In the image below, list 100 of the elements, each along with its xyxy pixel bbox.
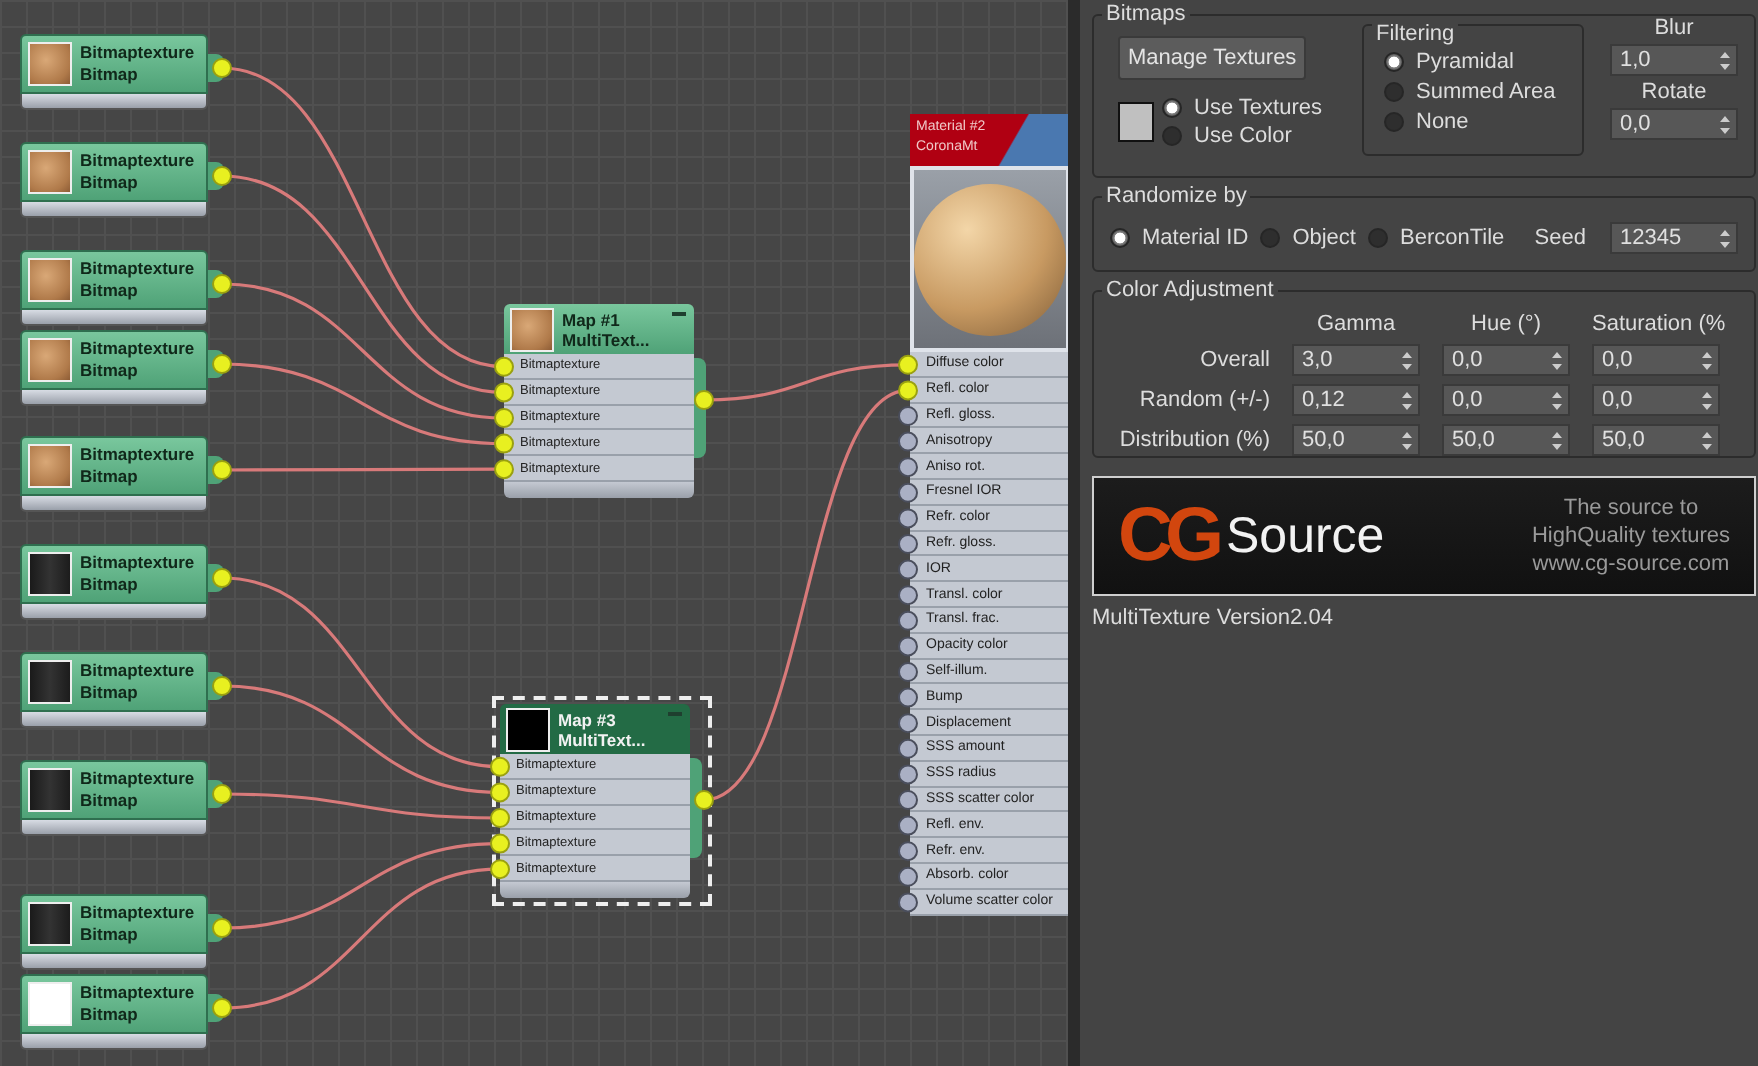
node-title: Map #1 xyxy=(562,309,622,329)
spinner-field[interactable]: 3,0 xyxy=(1292,344,1420,376)
spinner-arrows-icon[interactable] xyxy=(1702,431,1712,449)
spinner-arrows-icon[interactable] xyxy=(1720,229,1730,247)
radio-label: Pyramidal xyxy=(1416,50,1514,74)
connection-pin[interactable] xyxy=(898,431,918,452)
spinner-arrows-icon[interactable] xyxy=(1702,351,1712,369)
connection-pin[interactable] xyxy=(212,166,232,186)
spinner-arrows-icon[interactable] xyxy=(1402,351,1412,369)
connection-pin[interactable] xyxy=(898,866,918,887)
node-subtitle: Bitmap xyxy=(80,924,140,946)
spinner-arrows-icon[interactable] xyxy=(1702,391,1712,409)
spinner-field[interactable]: 0,0 xyxy=(1442,344,1570,376)
connection-pin[interactable] xyxy=(898,559,918,580)
connection-pin[interactable] xyxy=(898,841,918,862)
connection-pin[interactable] xyxy=(494,382,514,403)
spinner-field[interactable]: 12345 xyxy=(1610,222,1738,254)
connection-pin[interactable] xyxy=(898,815,918,836)
connection-pin[interactable] xyxy=(898,636,918,657)
node-title: Bitmaptexture xyxy=(80,902,195,924)
spinner-field[interactable]: 0,12 xyxy=(1292,384,1420,416)
spinner-field[interactable]: 0,0 xyxy=(1592,344,1720,376)
connection-pin[interactable] xyxy=(490,782,510,803)
radio-button[interactable] xyxy=(1162,126,1182,146)
radio-button[interactable] xyxy=(1162,98,1182,118)
spinner-field[interactable]: 50,0 xyxy=(1292,424,1420,456)
connection-pin[interactable] xyxy=(898,585,918,606)
connection-pin[interactable] xyxy=(212,568,232,588)
connection-pin[interactable] xyxy=(212,460,232,480)
spinner-field[interactable]: 50,0 xyxy=(1442,424,1570,456)
group-title: Bitmaps xyxy=(1102,2,1190,28)
radio-label: Use Color xyxy=(1194,124,1292,148)
radio-button[interactable] xyxy=(1110,228,1130,248)
connection-pin[interactable] xyxy=(494,408,514,428)
spinner-field[interactable]: 1,0 xyxy=(1610,44,1738,76)
connection-pin[interactable] xyxy=(490,833,510,854)
node-editor-canvas[interactable] xyxy=(0,0,1068,1066)
texture-swatch xyxy=(28,902,72,946)
connection-pin[interactable] xyxy=(898,713,918,734)
spinner-field[interactable]: 50,0 xyxy=(1592,424,1720,456)
connection-pin[interactable] xyxy=(898,662,918,682)
material-node[interactable] xyxy=(910,114,1068,916)
spinner-arrows-icon[interactable] xyxy=(1720,51,1730,69)
node-title: Bitmaptexture xyxy=(80,552,195,574)
node-subtitle: Bitmap xyxy=(80,466,140,488)
connection-pin[interactable] xyxy=(212,676,232,696)
connection-pin[interactable] xyxy=(898,790,918,810)
connection-pin[interactable] xyxy=(898,764,918,785)
node-subtitle: Bitmap xyxy=(80,790,140,812)
logo-mark: CG xyxy=(1118,498,1216,574)
connection-pin[interactable] xyxy=(694,790,714,810)
connection-pin[interactable] xyxy=(898,738,918,759)
tagline-line: The source to xyxy=(1563,494,1699,522)
radio-button[interactable] xyxy=(1384,52,1404,72)
connection-pin[interactable] xyxy=(898,687,918,708)
spinner-arrows-icon[interactable] xyxy=(1720,115,1730,133)
connection-pin[interactable] xyxy=(490,859,510,880)
radio-button[interactable] xyxy=(1367,228,1388,248)
spinner-arrows-icon[interactable] xyxy=(1552,391,1562,409)
connection-pin[interactable] xyxy=(212,274,232,294)
connection-pin[interactable] xyxy=(898,457,918,478)
connection-pin[interactable] xyxy=(494,356,514,377)
node-title: Map #3 xyxy=(558,709,618,729)
connection-pin[interactable] xyxy=(490,808,510,828)
connection-pin[interactable] xyxy=(898,482,918,503)
spinner-arrows-icon[interactable] xyxy=(1402,391,1412,409)
spinner-field[interactable]: 0,0 xyxy=(1592,384,1720,416)
connection-pin[interactable] xyxy=(898,354,918,375)
manage-textures-button[interactable]: Manage Textures xyxy=(1118,36,1307,80)
connection-pin[interactable] xyxy=(212,58,232,78)
color-swatch[interactable] xyxy=(1118,102,1154,142)
field-label: Seed xyxy=(1534,226,1586,250)
spinner-field[interactable]: 0,0 xyxy=(1442,384,1570,416)
connection-pin[interactable] xyxy=(898,406,918,426)
connection-pin[interactable] xyxy=(494,433,514,454)
connection-pin[interactable] xyxy=(898,508,918,529)
radio-button[interactable] xyxy=(1384,112,1404,132)
connection-pin[interactable] xyxy=(490,756,510,777)
connection-pin[interactable] xyxy=(898,892,918,913)
connection-pin[interactable] xyxy=(898,534,918,554)
spinner-arrows-icon[interactable] xyxy=(1402,431,1412,449)
node-title: Bitmaptexture xyxy=(80,258,195,280)
spinner-arrows-icon[interactable] xyxy=(1552,351,1562,369)
spinner-arrows-icon[interactable] xyxy=(1552,431,1562,449)
node-title: Bitmaptexture xyxy=(80,338,195,360)
connection-pin[interactable] xyxy=(898,610,918,631)
connection-pin[interactable] xyxy=(494,459,514,480)
radio-button[interactable] xyxy=(1384,82,1404,102)
connection-pin[interactable] xyxy=(212,918,232,938)
connection-pin[interactable] xyxy=(212,354,232,374)
node-title: Bitmaptexture xyxy=(80,444,195,466)
connection-pin[interactable] xyxy=(212,784,232,804)
connection-pin[interactable] xyxy=(212,998,232,1018)
version-text: MultiTexture Version2.04 xyxy=(1092,606,1335,630)
logo-banner[interactable]: CG Source The source to HighQuality textures www.cg-source.com xyxy=(1092,476,1756,596)
connection-pin[interactable] xyxy=(898,380,918,401)
connection-pin[interactable] xyxy=(694,390,714,410)
node-subtitle: Bitmap xyxy=(80,1004,140,1026)
radio-button[interactable] xyxy=(1260,228,1281,248)
spinner-field[interactable]: 0,0 xyxy=(1610,108,1738,140)
